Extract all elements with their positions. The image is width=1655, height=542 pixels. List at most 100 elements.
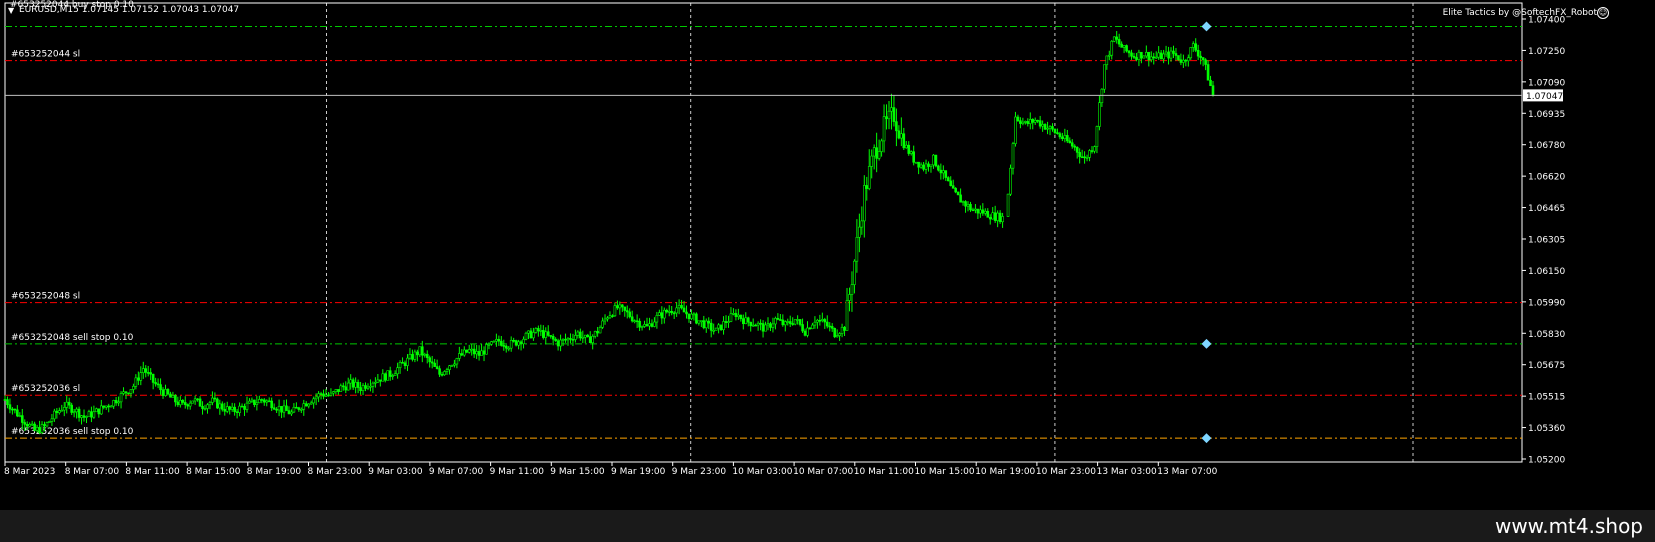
candle-body	[272, 407, 276, 410]
candle-body	[258, 399, 261, 404]
candle-body	[114, 400, 118, 404]
candle-body	[67, 401, 71, 406]
candle-body	[717, 324, 720, 329]
candle-body	[129, 389, 133, 394]
candle-body	[574, 335, 577, 340]
candle-body	[134, 377, 138, 387]
candle-body	[164, 389, 167, 396]
candle-body	[633, 320, 636, 323]
candle-body	[788, 321, 792, 324]
candle-body	[1011, 143, 1015, 169]
candle-body	[1006, 193, 1010, 217]
candle-body	[586, 334, 590, 338]
candle-body	[754, 324, 757, 327]
candle-body	[709, 322, 713, 331]
candle-body	[97, 408, 101, 415]
candle-body	[1142, 55, 1146, 59]
candle-body	[956, 191, 960, 196]
candle-body	[137, 377, 140, 381]
candle-body	[265, 400, 269, 403]
candle-body	[50, 418, 54, 422]
candle-body	[650, 323, 654, 327]
y-tick-label: 1.06150	[1528, 267, 1565, 277]
candle-body	[934, 154, 938, 167]
candle-body	[334, 389, 338, 392]
candle-body	[509, 340, 513, 349]
candle-body	[309, 402, 313, 405]
candle-body	[198, 398, 202, 407]
candle-body	[218, 403, 222, 409]
candle-body	[1117, 39, 1121, 45]
candle-body	[104, 405, 108, 408]
x-tick-label: 10 Mar 11:00	[854, 467, 914, 477]
candle-body	[690, 313, 693, 320]
candle-body	[374, 381, 377, 384]
candle-body	[344, 386, 348, 391]
candle-body	[588, 336, 592, 344]
candle-body	[1194, 43, 1198, 51]
candle-body	[253, 399, 256, 405]
candle-body	[65, 401, 69, 408]
candle-body	[332, 391, 335, 394]
y-tick-label: 1.05990	[1528, 298, 1565, 308]
candle-body	[156, 383, 160, 386]
candle-body	[60, 409, 64, 412]
candle-body	[267, 400, 271, 403]
candle-body	[1167, 51, 1170, 59]
candle-body	[732, 313, 735, 315]
candle-body	[270, 400, 273, 409]
x-tick-label: 8 Mar 19:00	[247, 467, 302, 477]
candle-body	[23, 422, 27, 425]
candle-body	[613, 305, 617, 317]
candle-body	[1162, 53, 1165, 60]
candle-body	[154, 382, 157, 385]
candle-body	[863, 185, 866, 222]
candle-body	[225, 406, 229, 412]
candle-body	[250, 399, 254, 402]
candle-body	[290, 411, 293, 415]
candle-body	[514, 340, 518, 346]
candle-body	[381, 373, 385, 382]
candle-body	[1024, 121, 1027, 123]
candle-body	[680, 305, 683, 309]
candle-body	[280, 405, 283, 413]
chevron-down-icon[interactable]: ▼	[8, 6, 14, 15]
candle-body	[379, 379, 382, 382]
candle-body	[1068, 140, 1072, 144]
candle-body	[675, 307, 678, 314]
candle-body	[295, 406, 298, 409]
candle-body	[40, 424, 44, 433]
candle-body	[808, 327, 812, 330]
candle-body	[462, 349, 466, 356]
candle-body	[6, 399, 9, 405]
candle-body	[695, 313, 698, 324]
candle-body	[813, 321, 817, 326]
candle-body	[339, 385, 343, 392]
candle-body	[492, 340, 496, 343]
candle-body	[1028, 119, 1032, 124]
candle-body	[532, 332, 535, 339]
candle-body	[245, 402, 249, 410]
candle-body	[988, 217, 992, 220]
candle-body	[179, 400, 182, 406]
candle-body	[581, 336, 585, 339]
candle-body	[277, 405, 281, 411]
x-tick-label: 8 Mar 15:00	[186, 467, 241, 477]
candle-body	[645, 324, 649, 327]
candle-body	[176, 401, 180, 406]
candle-body	[964, 201, 967, 207]
x-tick-label: 13 Mar 07:00	[1157, 467, 1217, 477]
candle-body	[1169, 50, 1173, 59]
candle-body	[1093, 146, 1096, 152]
candle-body	[490, 341, 493, 345]
candle-body	[522, 338, 525, 345]
candle-body	[1053, 128, 1057, 133]
candle-body	[850, 284, 854, 295]
x-tick-label: 13 Mar 03:00	[1097, 467, 1157, 477]
candle-body	[364, 385, 367, 389]
candle-body	[87, 411, 91, 417]
candle-body	[186, 404, 190, 407]
candle-body	[497, 339, 501, 342]
candle-body	[1196, 49, 1200, 57]
candle-body	[803, 330, 807, 336]
